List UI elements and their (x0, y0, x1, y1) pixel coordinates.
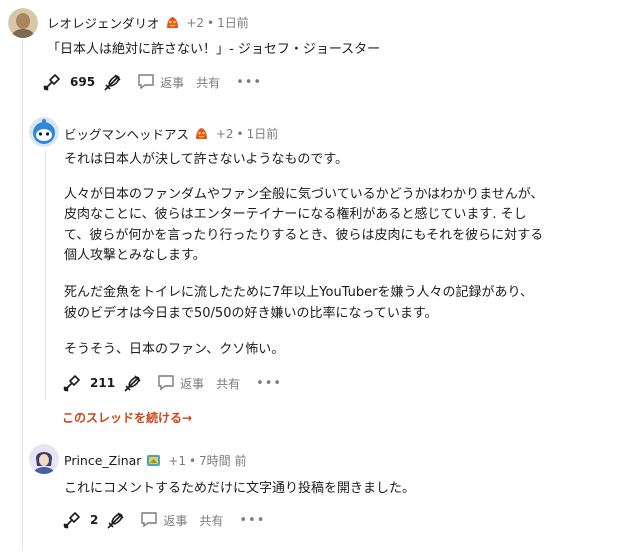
thread-line-child[interactable] (45, 150, 46, 400)
points: +1 (168, 453, 186, 468)
flair-icon (165, 15, 180, 30)
vote-count: 695 (70, 75, 96, 89)
avatar[interactable] (29, 444, 59, 474)
separator: • (188, 453, 197, 468)
flair-icon (146, 453, 161, 468)
timestamp[interactable]: 1日前 (247, 125, 279, 142)
reply-button[interactable]: 返事 (140, 510, 187, 531)
comment-paragraph: 個人攻撃とみなします。 (64, 248, 206, 263)
avatar[interactable] (8, 8, 38, 38)
comment-paragraph: 彼のビデオは今日まで50/50の好き嫌いの比率になっています。 (64, 306, 438, 321)
comment-paragraph: そうそう、日本のファン、クソ怖い。 (64, 342, 285, 357)
comment-paragraph: 皮肉なことに、彼らはエンターテイナーになる権利があると感じています. そし (64, 207, 527, 222)
upvote-icon[interactable] (40, 70, 64, 94)
comment-icon (137, 72, 155, 93)
reply-button[interactable]: 返事 (137, 72, 184, 93)
share-label: 共有 (216, 376, 241, 391)
comment-body: 「日本人は絶対に許さない！」- ジョセフ・ジョースター (47, 42, 381, 57)
flair-icon (194, 126, 209, 141)
upvote-icon[interactable] (60, 508, 84, 532)
share-button[interactable]: 共有 (216, 375, 240, 392)
share-label: 共有 (199, 513, 224, 528)
reply-button[interactable]: 返事 (157, 373, 204, 394)
more-options-button[interactable]: ••• (236, 75, 262, 90)
upvote-icon[interactable] (60, 371, 84, 395)
share-button[interactable]: 共有 (199, 512, 223, 529)
timestamp[interactable]: 7時間 前 (199, 452, 246, 469)
share-label: 共有 (196, 75, 221, 90)
separator: • (236, 126, 244, 141)
more-options-button[interactable]: ••• (239, 513, 265, 528)
reply-label: 返事 (180, 376, 205, 391)
comment-paragraph: 死んだ金魚をトイレに流したために7年以上YouTuberを嫌う人々の記録があり、 (64, 285, 533, 300)
comment-paragraph: 人々が日本のファンダムやファン全般に気づいているかどうかはわかりませんが、 (64, 187, 544, 202)
timestamp[interactable]: 1日前 (217, 14, 249, 31)
username[interactable]: ビッグマンヘッドアス (64, 124, 189, 143)
downvote-icon[interactable] (104, 508, 128, 532)
comment-actions: 2 返事 共有 ••• (60, 507, 265, 533)
more-options-button[interactable]: ••• (256, 376, 282, 391)
comment-icon (140, 510, 158, 531)
comment-meta: Prince_Zinar +1 • 7時間 前 (64, 452, 247, 469)
comment-meta: レオレジェンダリオ +2 • 1日前 (47, 13, 249, 32)
comment-icon (157, 373, 175, 394)
username[interactable]: レオレジェンダリオ (47, 13, 160, 32)
comment-body: これにコメントするためだけに文字通り投稿を開きました。 (64, 481, 416, 496)
reply-label: 返事 (160, 75, 185, 90)
comment-meta: ビッグマンヘッドアス +2 • 1日前 (64, 124, 278, 143)
username[interactable]: Prince_Zinar (64, 453, 141, 468)
reply-label: 返事 (163, 513, 188, 528)
comment-actions: 211 返事 共有 ••• (60, 370, 282, 396)
share-button[interactable]: 共有 (196, 74, 220, 91)
separator: • (207, 15, 215, 30)
points: +2 (186, 15, 205, 30)
points: +2 (215, 126, 234, 141)
continue-thread-link[interactable]: このスレッドを続ける→ (62, 409, 192, 426)
thread-line-root[interactable] (22, 40, 23, 550)
comment-paragraph: それは日本人が決して許さないようなものです。 (64, 152, 349, 167)
vote-count: 2 (90, 513, 99, 527)
downvote-icon[interactable] (101, 70, 125, 94)
comment-paragraph: て、彼らが何かを言ったり行ったりするとき、彼らは皮肉にもそれを彼らに対する (64, 228, 544, 243)
comment-actions: 695 返事 共有 ••• (40, 69, 262, 95)
vote-count: 211 (90, 376, 116, 390)
downvote-icon[interactable] (121, 371, 145, 395)
avatar[interactable] (29, 117, 59, 147)
